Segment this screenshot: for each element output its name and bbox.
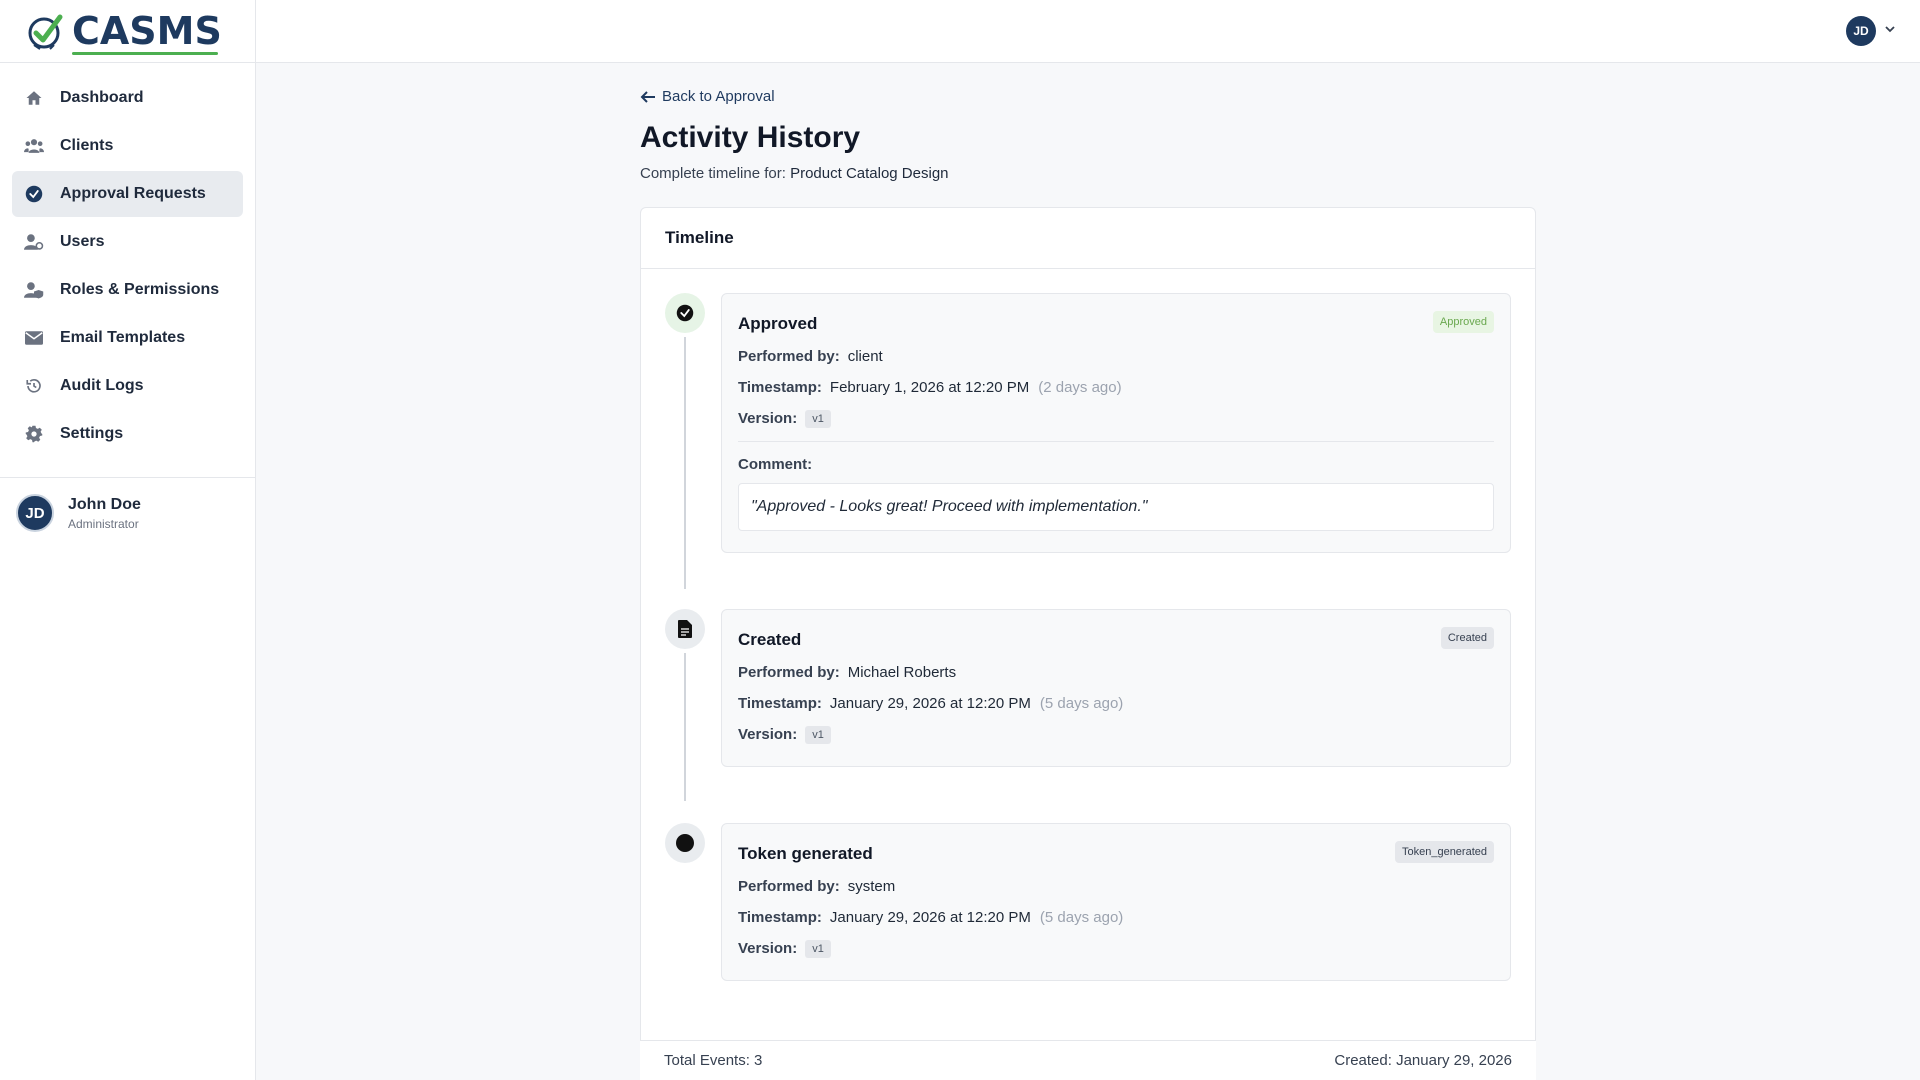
user-role: Administrator	[68, 516, 139, 531]
avatar: JD	[16, 494, 54, 532]
timestamp-value: January 29, 2026 at 12:20 PM	[829, 908, 1031, 926]
timestamp-label: Timestamp:	[738, 694, 822, 712]
sidebar-nav: Dashboard Clients Approval Requests User…	[0, 63, 255, 457]
page-title: Activity History	[640, 120, 861, 154]
page-subtitle: Complete timeline for: Product Catalog D…	[640, 165, 1536, 182]
sidebar-item-roles-permissions[interactable]: Roles & Permissions	[12, 267, 243, 313]
chevron-down-icon	[1884, 22, 1896, 40]
version-tag: v1	[805, 939, 831, 958]
event-title: Approved	[738, 313, 818, 333]
check-circle-icon	[24, 184, 44, 204]
timeline-event-approved: Approved Approved Performed by: client T…	[665, 292, 1511, 589]
timeline-event-created: Created Created Performed by: Michael Ro…	[665, 608, 1511, 801]
divider	[738, 440, 1494, 442]
version-label: Version:	[738, 410, 798, 427]
event-card: Token generated Token_generated Performe…	[721, 822, 1511, 981]
main-content: Back to Approval Activity History Comple…	[640, 88, 1536, 1077]
back-to-approval-link[interactable]: Back to Approval	[640, 88, 775, 105]
version-label: Version:	[738, 940, 798, 957]
timeline: Approved Approved Performed by: client T…	[641, 269, 1535, 981]
timestamp-label: Timestamp:	[738, 908, 822, 926]
user-name: John Doe	[68, 495, 141, 513]
version-tag: v1	[805, 409, 831, 428]
sidebar-item-email-templates[interactable]: Email Templates	[12, 315, 243, 361]
comment-label: Comment:	[738, 455, 813, 473]
version-tag: v1	[805, 725, 831, 744]
topbar: JD	[256, 0, 1920, 63]
status-badge: Token_generated	[1394, 840, 1494, 863]
comment-text: "Approved - Looks great! Proceed with im…	[738, 482, 1494, 531]
sidebar-item-approval-requests[interactable]: Approval Requests	[12, 171, 243, 217]
gear-icon	[24, 424, 44, 444]
timeline-connector	[684, 336, 686, 589]
timeline-title: Timeline	[641, 208, 1535, 269]
arrow-left-icon	[640, 90, 655, 103]
performed-by-value: Michael Roberts	[847, 663, 957, 681]
clients-icon	[24, 136, 44, 156]
envelope-icon	[24, 328, 44, 348]
timeline-event-token-generated: Token generated Token_generated Performe…	[665, 822, 1511, 981]
logo[interactable]: CASMS	[0, 0, 255, 63]
timeline-card: Timeline Approved Approved Performed by:…	[640, 206, 1536, 1077]
sidebar-item-label: Audit Logs	[60, 377, 144, 394]
sidebar-item-dashboard[interactable]: Dashboard	[12, 75, 243, 121]
timeline-footer: Total Events: 3 Created: January 29, 202…	[640, 1040, 1536, 1080]
sidebar-item-label: Roles & Permissions	[60, 281, 220, 298]
avatar: JD	[1846, 16, 1876, 46]
sidebar-item-label: Dashboard	[60, 89, 144, 106]
event-title: Token generated	[738, 843, 873, 863]
performed-by-value: system	[847, 877, 896, 895]
version-label: Version:	[738, 726, 798, 743]
event-card: Created Created Performed by: Michael Ro…	[721, 608, 1511, 767]
sidebar-item-label: Email Templates	[60, 329, 186, 346]
sidebar-item-audit-logs[interactable]: Audit Logs	[12, 363, 243, 409]
back-label: Back to Approval	[662, 88, 775, 105]
status-badge: Approved	[1432, 310, 1494, 333]
subtitle-prefix: Complete timeline for:	[640, 164, 786, 182]
home-icon	[24, 88, 44, 108]
sidebar-user[interactable]: JD John Doe Administrator	[0, 478, 255, 548]
event-card: Approved Approved Performed by: client T…	[721, 292, 1511, 553]
brand-name: CASMS	[72, 9, 222, 55]
document-icon	[665, 608, 705, 649]
relative-time: (5 days ago)	[1039, 908, 1124, 926]
sidebar: CASMS Dashboard Clients Approval Request…	[0, 0, 256, 1080]
total-events: Total Events: 3	[664, 1052, 763, 1069]
sidebar-item-clients[interactable]: Clients	[12, 123, 243, 169]
status-badge: Created	[1440, 626, 1494, 649]
history-icon	[24, 376, 44, 396]
created-date: Created: January 29, 2026	[1334, 1052, 1512, 1069]
dot-icon	[665, 822, 705, 863]
sidebar-item-settings[interactable]: Settings	[12, 411, 243, 457]
user-menu-button[interactable]: JD	[1846, 16, 1896, 46]
timestamp-value: January 29, 2026 at 12:20 PM	[829, 694, 1031, 712]
logo-check-icon	[28, 14, 63, 50]
timestamp-value: February 1, 2026 at 12:20 PM	[829, 378, 1030, 396]
sidebar-item-users[interactable]: Users	[12, 219, 243, 265]
timeline-connector	[684, 652, 686, 801]
sidebar-item-label: Users	[60, 233, 105, 250]
project-name: Product Catalog Design	[790, 164, 949, 182]
user-cog-icon	[24, 232, 44, 252]
event-title: Created	[738, 629, 802, 649]
performed-by-value: client	[847, 347, 883, 365]
relative-time: (5 days ago)	[1039, 694, 1124, 712]
performed-by-label: Performed by:	[738, 347, 840, 365]
timestamp-label: Timestamp:	[738, 378, 822, 396]
user-shield-icon	[24, 280, 44, 300]
sidebar-item-label: Settings	[60, 425, 124, 442]
sidebar-item-label: Approval Requests	[60, 185, 206, 202]
performed-by-label: Performed by:	[738, 877, 840, 895]
relative-time: (2 days ago)	[1038, 378, 1122, 396]
approved-status-icon	[665, 292, 705, 333]
performed-by-label: Performed by:	[738, 663, 840, 681]
sidebar-item-label: Clients	[60, 137, 114, 154]
